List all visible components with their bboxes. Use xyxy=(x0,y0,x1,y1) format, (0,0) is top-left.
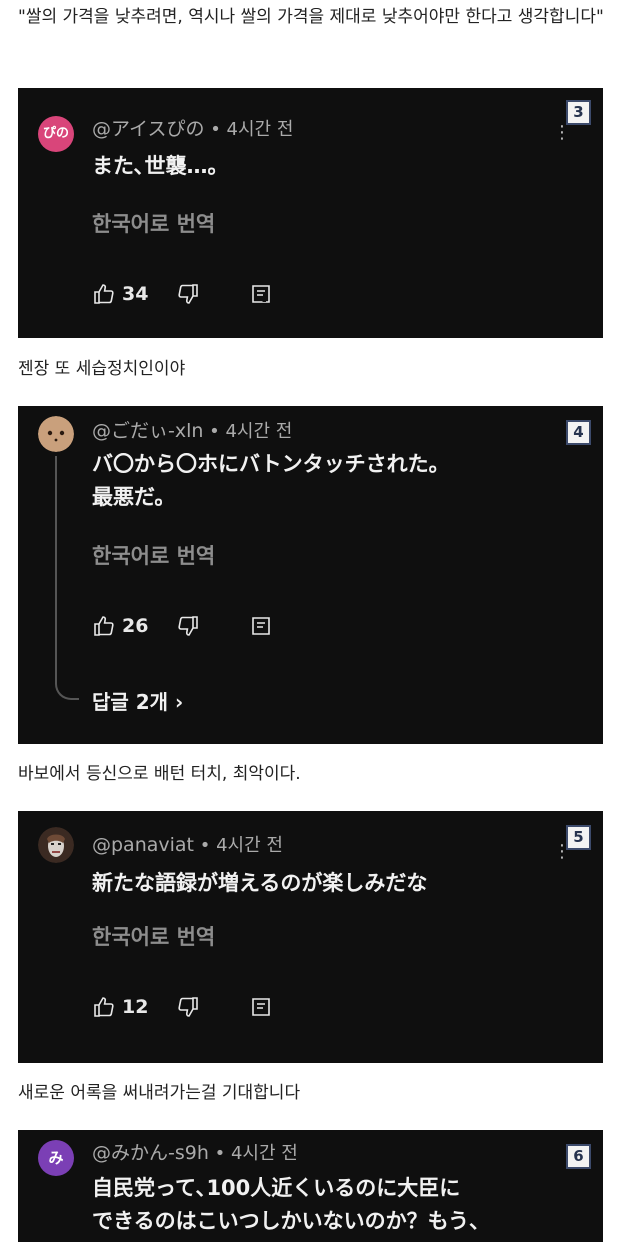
comment-card: 4 @ごだぃ-xln • 4시간 전 バ〇から〇ホにバトンタッチされた。 最悪だ… xyxy=(18,406,603,744)
reply-comment-icon xyxy=(252,617,271,635)
thread-line xyxy=(55,456,79,700)
like-button[interactable]: 12 xyxy=(92,995,148,1019)
like-button[interactable]: 34 xyxy=(92,282,148,306)
avatar[interactable]: み xyxy=(38,1140,74,1176)
caption-text: 새로운 어록을 써내려가는걸 기대합니다 xyxy=(18,1083,301,1103)
thumbs-down-icon xyxy=(178,284,199,304)
author-handle[interactable]: @ごだぃ-xln xyxy=(92,420,203,442)
comment-time: • 4시간 전 xyxy=(204,119,294,140)
comment-time: • 4시간 전 xyxy=(208,1143,298,1164)
number-badge: 6 xyxy=(566,1144,591,1169)
comment-line: 最悪だ。 xyxy=(92,485,176,509)
like-count: 26 xyxy=(122,615,149,637)
more-vert-icon[interactable]: ⋮ xyxy=(553,843,571,861)
reply-button[interactable] xyxy=(250,615,272,637)
thumbs-up-icon xyxy=(94,284,114,304)
comment-text: 新たな語録が増えるのが楽しみだな xyxy=(92,867,427,900)
like-button[interactable]: 26 xyxy=(92,614,148,638)
comment-text: また､世襲…。 xyxy=(92,150,229,183)
caption-text: "쌀의 가격을 낮추려면, 역시나 쌀의 가격을 제대로 낮추어야만 한다고 생… xyxy=(18,7,604,27)
comment-time: • 4시간 전 xyxy=(194,835,283,856)
thumbs-down-icon xyxy=(178,616,199,636)
like-count: 12 xyxy=(122,996,149,1018)
thumbs-down-icon xyxy=(178,997,199,1017)
comment-actions: 26 xyxy=(92,613,272,639)
comment-meta: @ごだぃ-xln • 4시간 전 xyxy=(92,416,292,443)
more-vert-icon[interactable]: ⋮ xyxy=(553,124,571,142)
comment-actions: 34 xyxy=(92,281,272,307)
comment-line: バ〇から〇ホにバトンタッチされた。 xyxy=(92,452,450,476)
dislike-button[interactable] xyxy=(176,995,200,1019)
translate-button[interactable]: 한국어로 번역 xyxy=(92,921,215,951)
number-badge: 4 xyxy=(566,420,591,445)
caption-text: 젠장 또 세습정치인이야 xyxy=(18,359,186,379)
reply-button[interactable] xyxy=(250,996,272,1018)
comment-time: • 4시간 전 xyxy=(203,421,293,442)
comment-line: できるのはこいつしかいないのか？もう、 xyxy=(92,1209,490,1233)
like-count: 34 xyxy=(122,283,149,305)
dislike-button[interactable] xyxy=(176,614,200,638)
comment-line: 新たな語録が増えるのが楽しみだな xyxy=(92,871,428,895)
comment-meta: @panaviat • 4시간 전 xyxy=(92,831,283,857)
comment-card: 5 ⋮ @panaviat • 4시간 전 新たな語録が増えるのが楽しみだな 한… xyxy=(18,811,603,1063)
comment-text: 自民党って､100人近くいるのに大臣に できるのはこいつしかいないのか？もう、 xyxy=(92,1172,490,1238)
avatar-photo-icon xyxy=(38,827,74,863)
comment-line: また､世襲…。 xyxy=(92,154,229,178)
reply-comment-icon xyxy=(252,285,271,303)
comment-card: 6 み @みかん-s9h • 4시간 전 自民党って､100人近くいるのに大臣に… xyxy=(18,1130,603,1242)
comment-line: 自民党って､100人近くいるのに大臣に xyxy=(92,1176,461,1200)
reply-button[interactable] xyxy=(250,283,272,305)
thumbs-up-icon xyxy=(94,616,114,636)
view-replies-button[interactable]: 답글 2개 › xyxy=(92,686,183,715)
author-handle[interactable]: @みかん-s9h xyxy=(92,1142,209,1164)
comment-text: バ〇から〇ホにバトンタッチされた。 最悪だ。 xyxy=(92,448,450,514)
avatar-face-icon xyxy=(38,416,74,452)
comment-meta: @アイスぴの • 4시간 전 xyxy=(92,114,293,141)
avatar[interactable] xyxy=(38,416,74,452)
comment-card: 3 ⋮ ぴの @アイスぴの • 4시간 전 また､世襲…。 한국어로 번역 34 xyxy=(18,88,603,338)
dislike-button[interactable] xyxy=(176,282,200,306)
comment-actions: 12 xyxy=(92,994,272,1020)
thumbs-up-icon xyxy=(94,997,114,1017)
caption-text: 바보에서 등신으로 배턴 터치, 최악이다. xyxy=(18,764,301,784)
author-handle[interactable]: @アイスぴの xyxy=(92,118,204,140)
comment-meta: @みかん-s9h • 4시간 전 xyxy=(92,1138,298,1165)
reply-comment-icon xyxy=(252,998,271,1016)
avatar[interactable]: ぴの xyxy=(38,116,74,152)
translate-button[interactable]: 한국어로 번역 xyxy=(92,208,215,238)
translate-button[interactable]: 한국어로 번역 xyxy=(92,540,215,570)
avatar[interactable] xyxy=(38,827,74,863)
author-handle[interactable]: @panaviat xyxy=(92,834,194,856)
